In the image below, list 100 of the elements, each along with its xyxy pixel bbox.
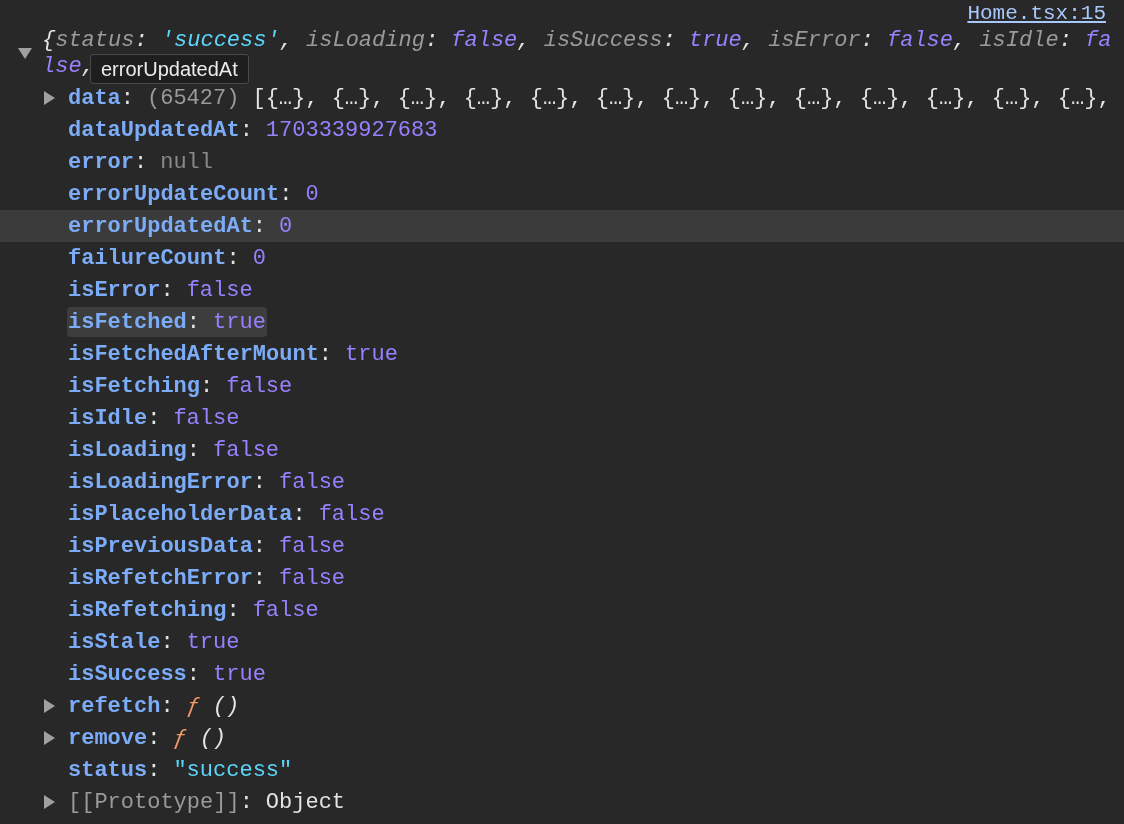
property-key: isPreviousData [68,533,253,559]
property-key: isPlaceholderData [68,501,293,527]
property-value: false [279,565,346,591]
property-key: error [68,149,134,175]
property-key: errorUpdateCount [68,181,280,207]
property-row[interactable]: status: "success" [0,754,1124,786]
colon: : [186,437,201,463]
property-row[interactable]: [[Prototype]]: Object [0,786,1124,818]
triangle-icon[interactable] [18,48,32,59]
property-key: isLoadingError [68,469,253,495]
colon: : [226,245,240,271]
colon: : [120,85,134,111]
property-value: false [213,437,280,463]
property-key: errorUpdatedAt [68,213,253,239]
property-row[interactable]: errorUpdatedAt: 0 [0,210,1124,242]
property-value: true [213,661,266,687]
property-key: isRefetching [68,597,227,623]
colon: : [292,501,306,527]
property-key: dataUpdatedAt [68,117,240,143]
property-key: isStale [68,629,161,655]
triangle-icon[interactable] [44,731,55,745]
property-key: refetch [68,693,161,719]
property-row[interactable]: isSuccess: true [0,658,1124,690]
property-value: false [318,501,385,527]
property-key: [[Prototype]] [68,789,240,815]
triangle-icon[interactable] [44,91,55,105]
property-row[interactable]: isRefetchError: false [0,562,1124,594]
property-row[interactable]: refetch: ƒ () [0,690,1124,722]
property-value: 0 [252,245,266,271]
colon: : [147,725,161,751]
colon: : [318,341,333,367]
property-value: () [199,725,227,751]
triangle-icon[interactable] [44,795,55,809]
property-value: false [226,373,293,399]
property-value: true [345,341,398,367]
colon: : [186,309,201,335]
property-key: data [68,85,121,111]
colon: : [160,693,174,719]
tooltip: errorUpdatedAt [90,54,249,84]
property-value: Object [265,789,346,815]
colon: : [147,405,161,431]
property-row[interactable]: isError: false [0,274,1124,306]
property-row[interactable]: isRefetching: false [0,594,1124,626]
property-key: isIdle [68,405,148,431]
property-key: isRefetchError [68,565,253,591]
property-value: "success" [173,757,293,783]
property-value: false [279,469,346,495]
property-key: isSuccess [68,661,187,687]
property-row[interactable]: isFetchedAfterMount: true [0,338,1124,370]
colon: : [279,181,293,207]
property-value: false [186,277,253,303]
property-key: remove [68,725,148,751]
property-key: isLoading [68,437,187,463]
property-row[interactable]: isPreviousData: false [0,530,1124,562]
property-row[interactable]: error: null [0,146,1124,178]
property-value: 0 [305,181,319,207]
property-value: 1703339927683 [265,117,438,143]
property-value: null [160,149,214,175]
property-value: () [212,693,240,719]
property-row[interactable]: isPlaceholderData: false [0,498,1124,530]
array-length: (65427) [147,85,240,111]
property-row[interactable]: isFetching: false [0,370,1124,402]
property-value: true [186,629,240,655]
colon: : [252,565,267,591]
property-row[interactable]: dataUpdatedAt: 1703339927683 [0,114,1124,146]
object-preview: {status: 'success', isLoading: false, isSuccess: true, isError: false, isIdle: fa [42,28,1112,54]
colon: : [134,149,148,175]
property-row[interactable]: failureCount: 0 [0,242,1124,274]
property-row[interactable]: isStale: true [0,626,1124,658]
property-value: 0 [279,213,293,239]
property-key: isError [68,277,161,303]
property-key: status [68,757,148,783]
property-key: failureCount [68,245,227,271]
colon: : [160,277,174,303]
colon: : [239,117,253,143]
colon: : [200,373,214,399]
triangle-icon[interactable] [44,699,55,713]
source-link[interactable]: Home.tsx:15 [967,2,1106,28]
property-value: false [252,597,319,623]
colon: : [226,597,240,623]
colon: : [160,629,174,655]
colon: : [239,789,253,815]
property-row[interactable]: isFetched: true [0,306,1124,338]
property-key: isFetched [68,309,187,335]
property-row[interactable]: isIdle: false [0,402,1124,434]
property-row[interactable]: isLoadingError: false [0,466,1124,498]
colon: : [147,757,161,783]
property-value: [{…}, {…}, {…}, {…}, {…}, {…}, {…}, {…}, {…}, {…}, {…}, {…}, {…}, [252,85,1111,111]
property-value: false [173,405,240,431]
function-mark: ƒ [173,725,187,751]
function-mark: ƒ [186,693,200,719]
colon: : [252,533,267,559]
colon: : [186,661,201,687]
property-row[interactable]: isLoading: false [0,434,1124,466]
property-row[interactable]: remove: ƒ () [0,722,1124,754]
property-key: isFetching [68,373,201,399]
property-row[interactable]: data: (65427) [{…}, {…}, {…}, {…}, {…}, {…}, {…}, {…}, {…}, {…}, {…}, {…}, {…}, [0,82,1124,114]
property-key: isFetchedAfterMount [68,341,319,367]
property-value: false [279,533,346,559]
property-value: true [213,309,266,335]
